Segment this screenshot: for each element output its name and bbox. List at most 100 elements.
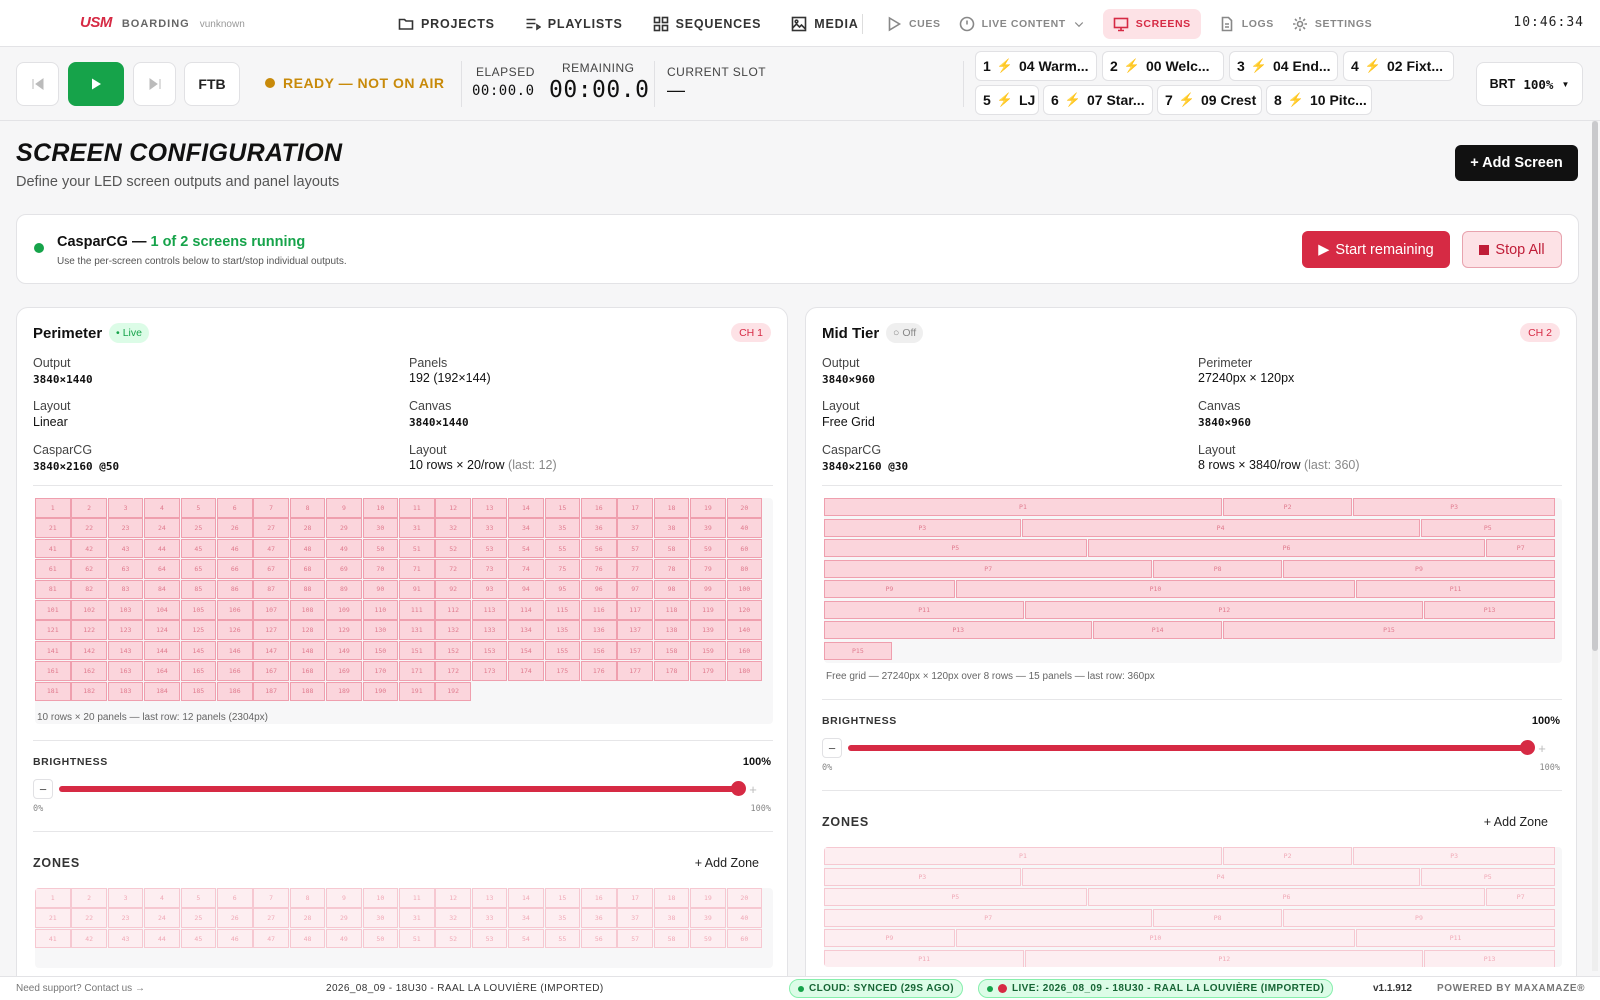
panel-cell[interactable]: 77 (617, 559, 653, 579)
slot-7[interactable]: 7 ⚡ 09 Crest (1157, 85, 1262, 115)
panel-cell[interactable]: 49 (326, 538, 362, 559)
panel-cell[interactable]: 153 (471, 640, 508, 661)
panel-cell[interactable]: 185 (180, 681, 217, 702)
panel-cell[interactable]: 162 (71, 661, 107, 681)
panel-cell[interactable]: 59 (690, 538, 726, 559)
panel-cell[interactable]: 12 (435, 888, 471, 908)
panel-cell[interactable]: P7 (824, 559, 1153, 578)
panel-cell[interactable]: 109 (326, 600, 362, 620)
panel-cell[interactable]: 8 (289, 888, 326, 908)
slot-1[interactable]: 1 ⚡ 04 Warm... (975, 51, 1097, 81)
panel-cell[interactable]: 32 (435, 518, 471, 538)
panel-cell[interactable]: 76 (581, 559, 617, 579)
panel-cell[interactable]: 5 (180, 498, 217, 518)
panel-cell[interactable]: 52 (435, 538, 471, 559)
panel-cell[interactable]: P11 (824, 949, 1025, 967)
panel-cell[interactable]: 87 (253, 579, 289, 600)
start-remaining-button[interactable]: ▶ Start remaining (1302, 231, 1450, 268)
panel-cell[interactable]: 19 (690, 498, 726, 518)
panel-cell[interactable]: 146 (217, 640, 253, 661)
panel-cell[interactable]: 6 (217, 498, 253, 518)
panel-cell[interactable]: 132 (435, 620, 471, 640)
panel-cell[interactable]: 164 (144, 661, 180, 681)
panel-cell[interactable]: 70 (362, 559, 399, 579)
slot-4[interactable]: 4 ⚡ 02 Fixt... (1343, 51, 1454, 81)
panel-cell[interactable]: P3 (1353, 498, 1555, 517)
panel-cell[interactable]: 25 (180, 518, 217, 538)
nav-projects[interactable]: PROJECTS (398, 16, 495, 32)
panel-cell[interactable]: 118 (653, 600, 690, 620)
panel-cell[interactable]: 189 (326, 681, 362, 702)
panel-cell[interactable]: 188 (289, 681, 326, 702)
panel-cell[interactable]: 26 (217, 518, 253, 538)
panel-cell[interactable]: 69 (326, 559, 362, 579)
panel-cell[interactable]: 72 (435, 559, 471, 579)
panel-cell[interactable]: 116 (581, 600, 617, 620)
panel-cell[interactable]: 18 (653, 888, 690, 908)
slot-6[interactable]: 6 ⚡ 07 Star... (1043, 85, 1153, 115)
panel-cell[interactable]: P5 (824, 539, 1087, 558)
panel-cell[interactable]: 145 (180, 640, 217, 661)
add-screen-button[interactable]: + Add Screen (1455, 145, 1578, 181)
panel-cell[interactable]: 159 (690, 640, 726, 661)
panel-cell[interactable]: P13 (824, 621, 1093, 640)
panel-cell[interactable]: 17 (617, 888, 653, 908)
next-button[interactable] (133, 62, 176, 106)
panel-cell[interactable]: P4 (1021, 518, 1420, 537)
panel-cell[interactable]: P11 (1356, 580, 1555, 599)
panel-cell[interactable]: 192 (435, 681, 471, 702)
panel-cell[interactable]: P5 (824, 888, 1087, 907)
panel-cell[interactable]: P11 (824, 600, 1025, 619)
panel-cell[interactable]: 139 (690, 620, 726, 640)
panel-cell[interactable]: 160 (726, 640, 763, 661)
scrollbar-thumb[interactable] (1592, 121, 1598, 651)
nav-media[interactable]: MEDIA (791, 16, 858, 32)
panel-cell[interactable]: 37 (617, 908, 653, 928)
panel-cell[interactable]: 93 (471, 579, 508, 600)
panel-cell[interactable]: 30 (362, 518, 399, 538)
panel-cell[interactable]: P13 (1424, 949, 1555, 967)
brightness-increase-button[interactable]: + (1532, 738, 1552, 758)
panel-cell[interactable]: 2 (71, 498, 107, 518)
panel-cell[interactable]: 36 (581, 908, 617, 928)
panel-cell[interactable]: 123 (107, 620, 144, 640)
panel-cell[interactable]: 13 (471, 498, 508, 518)
panel-cell[interactable]: 147 (253, 640, 289, 661)
panel-cell[interactable]: 59 (690, 928, 726, 949)
support-link[interactable]: Need support? Contact us → (16, 983, 145, 994)
panel-cell[interactable]: P7 (1486, 539, 1555, 558)
panel-cell[interactable]: 46 (217, 928, 253, 949)
panel-cell[interactable]: 67 (253, 559, 289, 579)
nav-playlists[interactable]: PLAYLISTS (525, 16, 623, 32)
nav-live-content[interactable]: LIVE CONTENT (959, 16, 1085, 32)
panel-cell[interactable]: 150 (362, 640, 399, 661)
panel-cell[interactable]: P1 (824, 498, 1222, 517)
panel-cell[interactable]: 98 (653, 579, 690, 600)
panel-cell[interactable]: 7 (253, 498, 289, 518)
panel-cell[interactable]: 68 (289, 559, 326, 579)
panel-cell[interactable]: 80 (726, 559, 763, 579)
brightness-dropdown[interactable]: BRT 100% ▼ (1476, 62, 1583, 106)
panel-cell[interactable]: 39 (690, 518, 726, 538)
panel-cell[interactable]: 43 (107, 538, 144, 559)
panel-cell[interactable]: 57 (617, 538, 653, 559)
panel-cell[interactable]: 41 (35, 928, 71, 949)
panel-cell[interactable]: 144 (144, 640, 180, 661)
panel-cell[interactable]: 42 (71, 928, 107, 949)
panel-cell[interactable]: 60 (726, 538, 763, 559)
panel-cell[interactable]: P3 (1353, 847, 1555, 866)
panel-cell[interactable]: 10 (362, 888, 399, 908)
panel-cell[interactable]: 44 (144, 538, 180, 559)
slot-5[interactable]: 5 ⚡ LJ (975, 85, 1039, 115)
panel-cell[interactable]: P5 (1420, 518, 1555, 537)
panel-cell[interactable]: 119 (690, 600, 726, 620)
panel-cell[interactable]: 191 (399, 681, 435, 702)
panel-cell[interactable]: 38 (653, 908, 690, 928)
panel-cell[interactable]: 44 (144, 928, 180, 949)
panel-cell[interactable]: 21 (35, 908, 71, 928)
panel-cell[interactable]: 105 (180, 600, 217, 620)
panel-cell[interactable]: 19 (690, 888, 726, 908)
add-zone-button[interactable]: + Add Zone (1484, 815, 1548, 829)
panel-cell[interactable]: 88 (289, 579, 326, 600)
panel-cell[interactable]: 113 (471, 600, 508, 620)
